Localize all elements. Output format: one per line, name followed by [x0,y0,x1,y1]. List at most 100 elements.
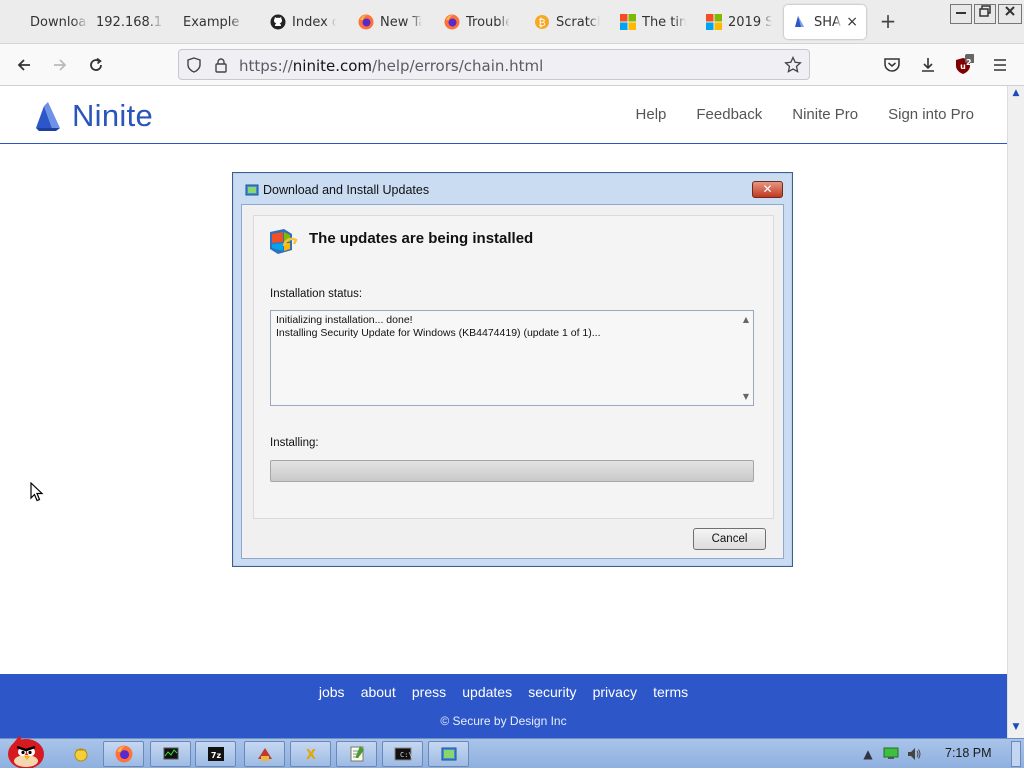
scroll-down-arrow-icon[interactable]: ▼ [1008,722,1024,736]
nav-link-feedback[interactable]: Feedback [696,106,762,123]
browser-tab[interactable]: Troubleshooting [436,5,518,39]
installation-status-label: Installation status: [270,288,363,300]
minimize-window-button[interactable] [950,4,972,24]
svg-text:₿: ₿ [538,17,545,29]
volume-icon[interactable] [906,746,922,762]
status-line: Initializing installation... done! [276,314,413,326]
dialog-titlebar[interactable]: Download and Install Updates [245,183,429,197]
web-page: Ninite Help Feedback Ninite Pro Sign int… [0,86,1007,738]
browser-tab[interactable]: New Tab [350,5,430,39]
footer-link-terms[interactable]: terms [653,684,688,700]
windows-update-icon [441,747,456,761]
restore-window-button[interactable] [974,4,996,24]
command-prompt-icon: C:\ [394,747,412,761]
taskbar-explorer-button[interactable] [60,741,101,767]
taskbar-clock[interactable]: 7:18 PM [945,746,992,760]
svg-text:7z: 7z [210,751,221,760]
ninite-icon [792,14,808,30]
url-domain: ninite.com [292,57,373,75]
browser-tab[interactable]: Index of [262,5,344,39]
pocket-icon[interactable] [880,53,904,77]
browser-tab[interactable]: 2019 SI [698,5,780,39]
install-progress-bar [270,460,754,482]
extension-badge: 2 [966,58,972,67]
installing-label: Installing: [270,437,319,449]
tray-show-hidden-icon[interactable]: ▲ [860,746,876,762]
browser-tab[interactable]: ₿ Scratchpad [526,5,608,39]
taskbar-installer-button[interactable] [244,741,285,767]
taskbar-notepad-button[interactable] [336,741,377,767]
7zip-icon: 7z [207,747,224,761]
installer-icon [257,748,272,761]
footer-link-about[interactable]: about [361,684,396,700]
svg-text:C:\: C:\ [400,751,412,759]
windows-taskbar: 7z X C:\ ▲ 7:18 PM [0,735,1024,768]
lock-icon[interactable] [211,55,231,75]
downloads-icon[interactable] [916,53,940,77]
mouse-cursor-icon [30,482,44,502]
bookmark-star-icon[interactable] [783,55,803,75]
dialog-title: Download and Install Updates [263,183,430,197]
browser-tab-active[interactable]: SHA2 × [784,5,866,39]
svg-text:X: X [305,748,315,763]
close-window-button[interactable] [998,4,1022,24]
taskbar-task-manager-button[interactable] [150,741,191,767]
scroll-up-arrow-icon[interactable]: ▲ [743,315,749,324]
footer-link-updates[interactable]: updates [462,684,512,700]
installation-status-log[interactable]: Initializing installation... done! Insta… [270,310,754,406]
tab-label: New Tab [380,14,422,30]
browser-tab[interactable]: Example Domain [175,5,253,39]
nav-link-ninite-pro[interactable]: Ninite Pro [792,106,858,123]
reload-button[interactable] [84,53,108,77]
back-button[interactable] [12,53,36,77]
ninite-logo-text: Ninite [72,98,154,133]
hamburger-menu-icon[interactable] [988,53,1012,77]
network-icon[interactable] [883,746,899,762]
footer-link-security[interactable]: security [528,684,576,700]
browser-tab[interactable]: 192.168.1.1 [88,5,172,39]
start-button-angry-bird-icon[interactable] [4,731,50,768]
ublock-extension-icon[interactable]: u 2 [952,53,976,77]
forward-button[interactable] [48,53,72,77]
browser-tab-bar: Download 192.168.1.1 Example Domain Inde… [0,0,1024,44]
taskbar-firefox-button[interactable] [103,741,144,767]
url-bar[interactable]: https://ninite.com/help/errors/chain.htm… [178,49,810,80]
dialog-close-button[interactable]: ✕ [752,181,783,198]
site-nav: Help Feedback Ninite Pro Sign into Pro [636,106,974,123]
tab-label: 2019 SI [728,14,772,30]
browser-tab[interactable]: Download [22,5,96,39]
url-scheme: https:// [239,57,293,75]
show-desktop-button[interactable] [1011,741,1021,767]
windows-update-large-icon [270,229,298,254]
close-tab-icon[interactable]: × [846,14,858,30]
footer-links: jobs about press updates security privac… [0,684,1007,701]
bitcoin-icon: ₿ [534,14,550,30]
windows-logo-icon [706,14,722,30]
new-tab-button[interactable]: + [876,10,900,34]
scroll-up-arrow-icon[interactable]: ▲ [1008,88,1024,102]
tab-label: Index of [292,14,336,30]
footer-link-jobs[interactable]: jobs [319,684,345,700]
taskbar-windows-update-button[interactable] [428,741,469,767]
page-scrollbar[interactable]: ▲ ▼ [1007,86,1024,738]
tab-label: SHA2 [814,14,842,30]
windows-logo-icon [620,14,636,30]
footer-link-press[interactable]: press [412,684,446,700]
tracking-protection-shield-icon[interactable] [184,55,204,75]
dialog-heading: The updates are being installed [309,230,534,247]
browser-tab[interactable]: The time [612,5,694,39]
explorer-icon [74,748,87,762]
nav-link-help[interactable]: Help [636,106,667,123]
notepad-icon [350,746,364,762]
footer-link-privacy[interactable]: privacy [593,684,637,700]
cancel-button[interactable]: Cancel [693,528,766,550]
status-line: Installing Security Update for Windows (… [276,327,601,339]
ninite-logo[interactable]: Ninite [34,98,153,134]
taskbar-xming-button[interactable]: X [290,741,331,767]
taskbar-7zip-button[interactable]: 7z [195,741,236,767]
nav-link-sign-into-pro[interactable]: Sign into Pro [888,106,974,123]
ninite-logo-icon [36,102,60,131]
taskbar-command-prompt-button[interactable]: C:\ [382,741,423,767]
scroll-down-arrow-icon[interactable]: ▼ [743,392,749,401]
windows-update-icon [245,184,259,196]
